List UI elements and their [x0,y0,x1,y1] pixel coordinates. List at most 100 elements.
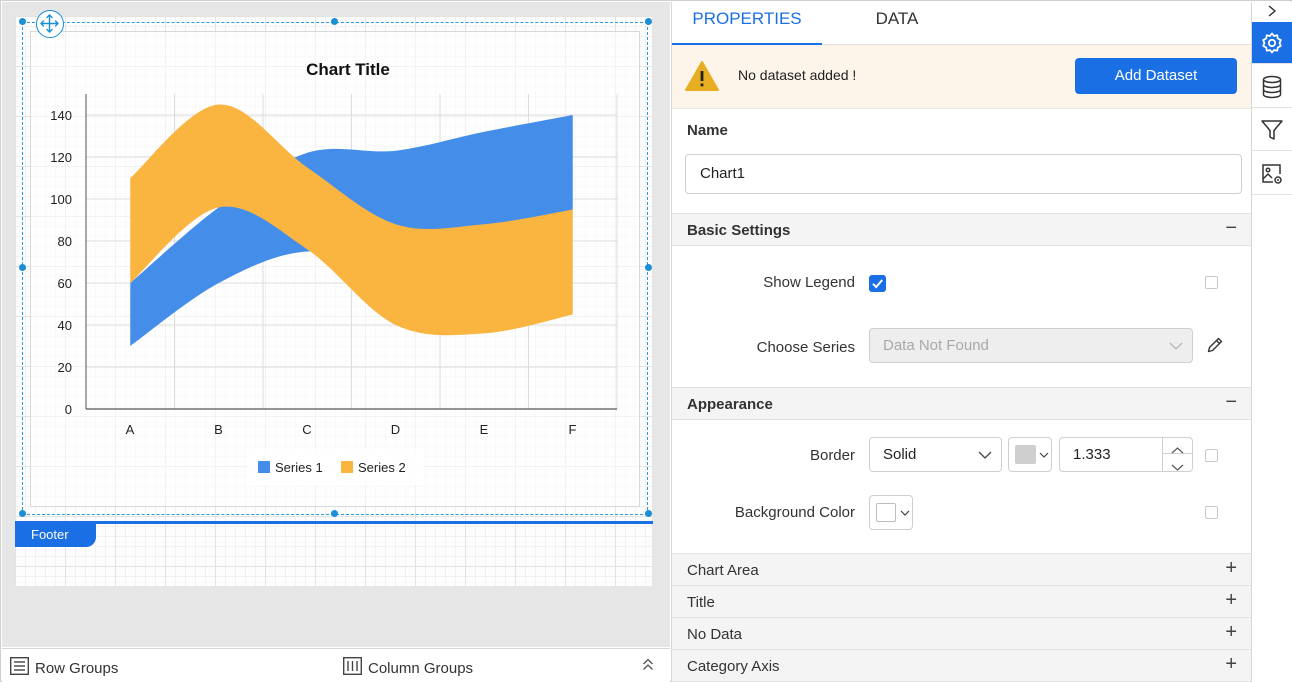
expand-plus-icon[interactable]: + [1225,621,1237,644]
legend-label: Series 2 [358,460,406,475]
add-dataset-button[interactable]: Add Dataset [1075,58,1237,94]
resize-handle-top[interactable] [331,18,338,25]
chevron-down-icon [1039,438,1049,483]
border-width-numeric[interactable]: 1.333 [1059,437,1193,472]
move-icon[interactable] [36,10,64,38]
x-tick-label: E [480,422,489,437]
border-style-dropdown[interactable]: Solid [869,437,1002,472]
border-color-swatch [1015,445,1036,464]
properties-panel: PROPERTIES DATA No dataset added ! Add D… [671,2,1251,682]
resize-handle-bottom[interactable] [331,510,338,517]
column-groups-label: Column Groups [368,659,474,677]
column-groups-button[interactable]: Column Groups [342,656,474,679]
notice-text: No dataset added ! [738,67,857,83]
x-tick-label: B [214,422,223,437]
panel-tabs: PROPERTIES DATA [672,2,1251,45]
border-expression-checkbox[interactable] [1205,449,1218,462]
section-title-settings[interactable]: Title + [672,585,1251,618]
x-tick-label: D [391,422,400,437]
border-style-value: Solid [883,446,917,463]
settings-icon[interactable] [1252,22,1292,64]
dataset-notice: No dataset added ! Add Dataset [672,45,1251,109]
row-groups-button[interactable]: Row Groups [9,656,119,679]
choose-series-value: Data Not Found [883,337,989,354]
resize-handle-top-left[interactable] [19,18,26,25]
side-toolbar [1251,2,1292,682]
legend-swatch [341,461,353,473]
resize-handle-bottom-right[interactable] [645,510,652,517]
choose-series-label: Choose Series [756,339,855,356]
expand-up-icon[interactable] [642,658,654,677]
grouping-bar: Row Groups Column Groups [2,648,670,682]
chevron-down-icon [900,496,910,541]
background-color-picker[interactable] [869,495,913,530]
chart-canvas: Chart Title 0 20 40 60 80 100 120 140 A B C D E F Serie… [50,60,618,485]
name-label: Name [687,122,728,139]
database-icon[interactable] [1252,66,1292,108]
x-tick-label: F [569,422,577,437]
section-title: No Data [687,626,743,643]
show-legend-expression-checkbox[interactable] [1205,276,1218,289]
spin-down-icon[interactable] [1163,455,1192,471]
chevron-down-icon [1168,329,1184,362]
footer-divider [15,521,653,524]
show-legend-label: Show Legend [763,274,855,291]
section-title: Title [687,594,715,611]
row-groups-icon [9,656,30,679]
section-category-axis[interactable]: Category Axis + [672,649,1251,682]
collapse-icon[interactable]: − [1225,391,1237,414]
chevron-down-icon [977,438,993,471]
border-label: Border [809,447,855,464]
column-groups-icon [342,656,363,679]
tab-properties[interactable]: PROPERTIES [672,2,822,45]
background-color-expression-checkbox[interactable] [1205,506,1218,519]
collapse-icon[interactable]: − [1225,217,1237,240]
numeric-spinner [1162,438,1192,471]
image-settings-icon[interactable] [1252,153,1292,195]
show-legend-checkbox[interactable] [869,275,886,292]
section-chart-area[interactable]: Chart Area + [672,553,1251,586]
warning-icon [684,60,720,97]
resize-handle-top-right[interactable] [645,18,652,25]
name-input[interactable]: Chart1 [685,154,1242,194]
legend-swatch [258,461,270,473]
expand-plus-icon[interactable]: + [1225,653,1237,676]
basic-settings-header[interactable]: Basic Settings − [672,213,1251,246]
collapse-panel-chevron-icon[interactable] [1266,4,1278,23]
row-groups-label: Row Groups [35,659,119,677]
y-tick-label: 80 [58,234,72,249]
filter-icon[interactable] [1252,109,1292,151]
border-color-picker[interactable] [1008,437,1052,472]
y-tick-label: 40 [58,318,72,333]
design-canvas[interactable]: Chart Title 0 20 40 60 80 100 120 140 A B C D E F Serie… [2,2,670,647]
tab-data[interactable]: DATA [822,2,972,45]
legend-label: Series 1 [275,460,323,475]
x-tick-label: A [126,422,135,437]
footer-section-tab[interactable]: Footer [15,524,96,547]
y-tick-label: 140 [50,108,72,123]
expand-plus-icon[interactable]: + [1225,589,1237,612]
basic-settings-title: Basic Settings [687,222,791,239]
y-tick-label: 120 [50,150,72,165]
background-color-swatch [876,503,896,522]
choose-series-dropdown[interactable]: Data Not Found [869,328,1193,363]
y-tick-label: 0 [65,402,72,417]
background-color-label: Background Color [734,504,855,521]
expand-plus-icon[interactable]: + [1225,557,1237,580]
y-tick-label: 20 [58,360,72,375]
resize-handle-bottom-left[interactable] [19,510,26,517]
chart-title: Chart Title [306,60,390,79]
y-tick-label: 60 [58,276,72,291]
resize-handle-right[interactable] [645,264,652,271]
edit-pencil-icon[interactable] [1206,336,1224,359]
border-width-value: 1.333 [1073,446,1111,463]
report-designer: Chart Title 0 20 40 60 80 100 120 140 A B C D E F Serie… [0,0,1292,682]
spin-up-icon[interactable] [1163,438,1192,454]
appearance-header[interactable]: Appearance − [672,387,1251,420]
appearance-title: Appearance [687,396,773,413]
section-no-data[interactable]: No Data + [672,617,1251,650]
section-title: Chart Area [687,562,759,579]
y-tick-label: 100 [50,192,72,207]
resize-handle-left[interactable] [19,264,26,271]
x-tick-label: C [302,422,311,437]
